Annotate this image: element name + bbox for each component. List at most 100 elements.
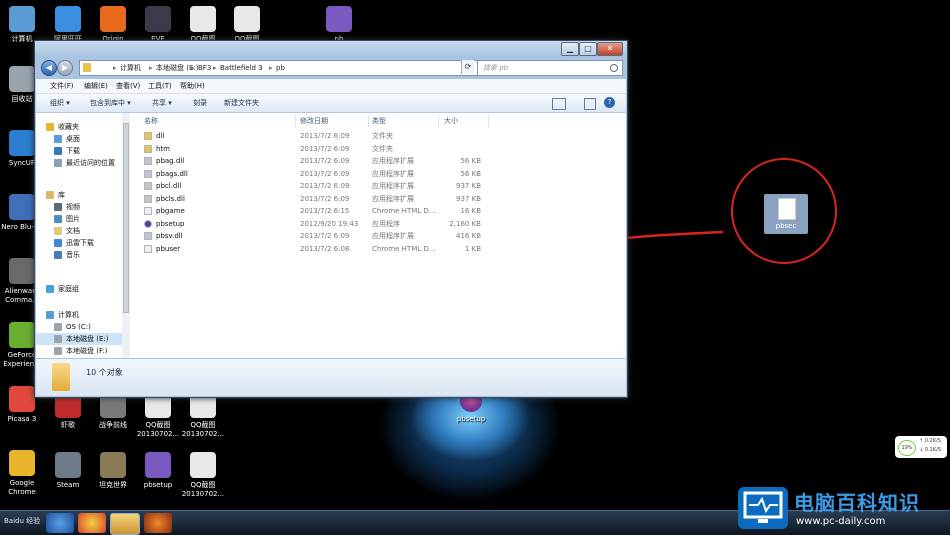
nav-item[interactable]: 音乐 — [36, 249, 122, 261]
file-row[interactable]: pbcl.dll 2013/7/2 6:09 应用程序扩展 937 KB — [132, 180, 626, 192]
nav-item[interactable]: 图片 — [36, 213, 122, 225]
start-button[interactable]: Baidu 经验 — [4, 516, 40, 526]
breadcrumb-separator-icon[interactable]: ▸ — [213, 61, 217, 75]
file-name: pbcl.dll — [156, 182, 182, 190]
file-icon — [144, 169, 152, 178]
nav-item[interactable]: 计算机 — [36, 309, 122, 321]
column-divider[interactable] — [368, 115, 369, 127]
address-bar[interactable]: 计算机 ▸ 本地磁盘 (E:) ▸ BF3 ▸ Battlefield 3 ▸ pb ▸ — [79, 60, 487, 76]
menu-help[interactable]: 帮助(H) — [180, 79, 205, 93]
file-name: htm — [156, 144, 170, 153]
column-divider[interactable] — [488, 115, 489, 127]
nav-item[interactable]: 本地磁盘 (E:) — [36, 333, 122, 345]
breadcrumb-separator-icon[interactable]: ▸ — [113, 61, 117, 75]
brand-url: www.pc-daily.com — [796, 516, 886, 527]
nav-item[interactable]: 本地磁盘 (F:) — [36, 345, 122, 357]
column-header-name[interactable]: 名称 — [144, 115, 158, 127]
download-speed: ↓ 0.1K/S — [919, 447, 941, 453]
nav-item[interactable]: 收藏夹 — [36, 121, 122, 133]
help-icon[interactable]: ? — [604, 97, 615, 108]
breadcrumb-separator-icon[interactable]: ▸ — [269, 61, 273, 75]
view-options-icon[interactable] — [552, 98, 566, 110]
navigation-pane: 收藏夹 桌面下载最近访问的位置库视频 图片 文档迅雷下载音乐家庭组计算机 OS (C:)… — [36, 113, 123, 358]
breadcrumb-item[interactable]: 计算机 — [120, 61, 141, 75]
nav-item-label: 家庭组 — [58, 285, 79, 293]
file-row[interactable]: pbgame 2013/7/2 6:15 Chrome HTML D... 16 KB — [132, 205, 626, 217]
nav-item[interactable]: 迅雷下载 — [36, 237, 122, 249]
new-folder-button[interactable]: 新建文件夹 — [224, 94, 259, 112]
file-date: 2013/7/2 6:09 — [300, 232, 350, 240]
refresh-button[interactable]: ⟳ — [461, 60, 474, 74]
search-input[interactable]: 搜索 pb — [477, 60, 623, 76]
nav-item-icon — [54, 227, 62, 235]
share-button[interactable]: 共享 ▾ — [152, 94, 172, 112]
file-row[interactable]: pbcls.dll 2013/7/2 6:09 应用程序扩展 937 KB — [132, 193, 626, 205]
folder-icon — [83, 63, 91, 72]
breadcrumb-item[interactable]: BF3 — [198, 61, 211, 75]
file-row[interactable]: htm 2013/7/2 6:09 文件夹 — [132, 143, 626, 155]
menu-bar: 文件(F) 编辑(E) 查看(V) 工具(T) 帮助(H) — [36, 79, 626, 94]
organize-button[interactable]: 组织 ▾ — [50, 94, 70, 112]
nav-item[interactable]: OS (C:) — [36, 321, 122, 333]
file-icon — [144, 182, 152, 190]
nav-item-label: 迅雷下载 — [66, 239, 94, 247]
menu-tools[interactable]: 工具(T) — [148, 79, 172, 93]
column-header-type[interactable]: 类型 — [372, 115, 386, 127]
file-row[interactable]: pbag.dll 2013/7/2 6:09 应用程序扩展 56 KB — [132, 155, 626, 167]
origin-icon[interactable] — [144, 513, 172, 533]
monitor-logo-icon — [738, 487, 788, 529]
file-size: 937 KB — [456, 194, 481, 203]
file-row[interactable]: pbsv.dll 2013/7/2 6:09 应用程序扩展 416 KB — [132, 230, 626, 242]
nav-item-label: 下载 — [66, 147, 80, 155]
chrome-icon[interactable] — [78, 513, 106, 533]
menu-edit[interactable]: 编辑(E) — [84, 79, 108, 93]
nav-item[interactable]: 家庭组 — [36, 283, 122, 295]
include-in-library-button[interactable]: 包含到库中 ▾ — [90, 94, 131, 112]
file-row[interactable]: pbuser 2013/7/2 6:08 Chrome HTML D... 1 KB — [132, 243, 626, 255]
maximize-button[interactable]: □ — [579, 42, 597, 56]
breadcrumb-item[interactable]: pb — [276, 61, 285, 75]
forward-button[interactable]: ▶ — [57, 60, 73, 76]
breadcrumb-separator-icon[interactable]: ▸ — [191, 61, 195, 75]
network-speed-widget[interactable]: 19% ↑ 0.2K/S ↓ 0.1K/S — [895, 436, 947, 458]
nav-item-icon — [46, 285, 54, 293]
file-row[interactable]: pbags.dll 2013/7/2 6:09 应用程序扩展 56 KB — [132, 168, 626, 180]
nav-item-icon — [54, 335, 62, 343]
navigation-scrollbar[interactable] — [122, 113, 130, 358]
window-titlebar[interactable]: ▁ □ ✕ — [35, 41, 627, 56]
file-row[interactable]: pbsetup 2012/9/20 19:43 应用程序 2,160 KB — [132, 218, 626, 230]
minimize-button[interactable]: ▁ — [561, 42, 579, 56]
file-type: 文件夹 — [372, 132, 393, 140]
preview-pane-icon[interactable] — [584, 98, 596, 110]
file-row[interactable]: dll 2013/7/2 6:09 文件夹 — [132, 130, 626, 142]
explorer-icon[interactable] — [110, 513, 140, 535]
nav-item[interactable]: 视频 — [36, 201, 122, 213]
nav-item[interactable]: 库 — [36, 189, 122, 201]
column-divider[interactable] — [438, 115, 439, 127]
file-date: 2013/7/2 6:09 — [300, 194, 350, 203]
nav-item[interactable]: 最近访问的位置 — [36, 157, 122, 169]
menu-file[interactable]: 文件(F) — [50, 79, 74, 93]
back-button[interactable]: ◀ — [41, 60, 57, 76]
file-size: 1 KB — [464, 244, 481, 253]
scrollbar-thumb[interactable] — [123, 123, 129, 313]
ie-icon[interactable] — [46, 513, 74, 533]
column-divider[interactable] — [295, 115, 296, 127]
menu-view[interactable]: 查看(V) — [116, 79, 140, 93]
nav-item[interactable]: 下载 — [36, 145, 122, 157]
burn-button[interactable]: 刻录 — [193, 94, 207, 112]
breadcrumb-separator-icon[interactable]: ▸ — [149, 61, 153, 75]
breadcrumb-item[interactable]: Battlefield 3 — [220, 61, 263, 75]
content-pane: 收藏夹 桌面下载最近访问的位置库视频 图片 文档迅雷下载音乐家庭组计算机 OS (C:)… — [36, 113, 626, 358]
close-button[interactable]: ✕ — [597, 42, 623, 56]
nav-item[interactable]: 文档 — [36, 225, 122, 237]
column-header-size[interactable]: 大小 — [444, 115, 458, 127]
nav-item[interactable]: 桌面 — [36, 133, 122, 145]
file-name: dll — [156, 132, 165, 140]
column-header-date[interactable]: 修改日期 — [300, 115, 328, 127]
file-name: pbgame — [156, 207, 185, 215]
file-type: 应用程序扩展 — [372, 182, 414, 190]
explorer-window[interactable]: ▁ □ ✕ ◀ ▶ 计算机 ▸ 本地磁盘 (E:) ▸ BF3 ▸ Battlefield … — [34, 40, 628, 398]
file-size: 2,160 KB — [449, 219, 481, 228]
nav-item-label: 库 — [58, 191, 65, 199]
